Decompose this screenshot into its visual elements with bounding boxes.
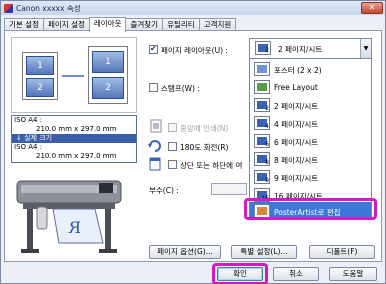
page-options-button[interactable]: 페이지 옵션(G)... [149, 245, 221, 259]
rotate-180-checkbox[interactable] [168, 142, 177, 151]
preview-arrow [62, 75, 84, 77]
top-bottom-margin-icon [149, 157, 161, 171]
dropdown-item-label: 9 페이지/시트 [274, 174, 319, 183]
icon-number: 8 [265, 159, 269, 166]
special-settings-button[interactable]: 특별 설정(L)... [231, 245, 297, 259]
chevron-down-icon[interactable]: ▼ [360, 39, 371, 58]
preview-page-1: 1 [26, 56, 54, 75]
out-page-number-1: 1 [105, 57, 111, 67]
layout-preview: 1 2 1 2 [11, 37, 137, 113]
scale-bar: ↓ 실제 크기 [12, 134, 136, 143]
eight-pages-icon: 8 [254, 152, 270, 166]
tab-strip: 기본 설정 페이지 설정 레이아웃 즐겨찾기 유틸리티 고객지원 [4, 17, 237, 32]
app-icon [4, 3, 13, 13]
dropdown-item-label: 2 페이지/시트 [274, 102, 319, 111]
printer-illustration: R [16, 180, 122, 253]
dropdown-item-label: 6 페이지/시트 [274, 138, 319, 147]
dropdown-item-free-layout[interactable]: Free Layout [250, 78, 371, 96]
paper-size-info: ISO A4 : 210.0 mm x 297.0 mm ↓ 실제 크기 ISO… [11, 115, 137, 163]
dropdown-item-label: 4 페이지/시트 [274, 120, 319, 129]
dropdown-item-label: Free Layout [274, 83, 318, 92]
source-size-label: ISO A4 : [14, 116, 43, 124]
dropdown-item-label: 포스터 (2 x 2) [274, 66, 322, 75]
icon-fill [257, 83, 267, 91]
page-layout-value: 2 페이지/시트 [278, 45, 323, 54]
page-layout-dropdown: 포스터 (2 x 2) Free Layout 2 2 페이지/시트 4 4 페… [249, 58, 372, 220]
source-size-value: 210.0 mm x 297.0 mm [36, 125, 117, 133]
preview-page-left: 1 2 [22, 52, 58, 100]
free-layout-icon [254, 80, 270, 94]
dropdown-item-4-pages[interactable]: 4 4 페이지/시트 [250, 114, 371, 132]
page-number-2: 2 [37, 82, 43, 93]
stamp-checkbox[interactable] [149, 83, 158, 92]
help-button[interactable]: 도움말 [329, 267, 377, 281]
page-number-1: 1 [37, 60, 43, 71]
dropdown-item-2-pages[interactable]: 2 2 페이지/시트 [250, 96, 371, 114]
close-button[interactable]: ✕ [361, 2, 383, 14]
tab-layout[interactable]: 레이아웃 [88, 17, 127, 32]
print-letter: R [68, 218, 81, 237]
dropdown-item-6-pages[interactable]: 6 6 페이지/시트 [250, 132, 371, 150]
preview-page-2: 2 [26, 78, 54, 97]
cancel-button[interactable]: 취소 [273, 267, 319, 281]
icon-number: 9 [265, 177, 269, 184]
two-pages-icon: 2 [255, 41, 271, 55]
dropdown-item-8-pages[interactable]: 8 8 페이지/시트 [250, 150, 371, 168]
preview-out-page-2: 2 [92, 77, 124, 99]
stamp-label: 스탬프(W) : [161, 84, 200, 93]
dropdown-item-poster[interactable]: 포스터 (2 x 2) [250, 60, 371, 78]
center-print-label: 중앙에 인쇄(N) [180, 124, 229, 133]
page-layout-checkbox[interactable] [149, 44, 158, 54]
center-print-icon [150, 119, 162, 133]
two-pages-icon: 2 [254, 98, 270, 112]
four-pages-icon: 4 [254, 116, 270, 130]
dropdown-item-label: 8 페이지/시트 [274, 156, 319, 165]
page-layout-label: 페이지 레이아웃(U) : [161, 46, 228, 55]
title-bar: Canon xxxxx 속성 ✕ [1, 1, 385, 15]
six-pages-icon: 6 [254, 134, 270, 148]
preview-page-right: 1 2 [88, 46, 128, 104]
icon-number: 2 [265, 105, 269, 112]
dropdown-item-9-pages[interactable]: 9 9 페이지/시트 [250, 168, 371, 186]
ok-button[interactable]: 확인 [217, 267, 263, 281]
poster-icon [254, 62, 270, 76]
posterartist-highlight [244, 198, 377, 220]
top-bottom-margin-label: 상단 또는 하단에 여 [180, 161, 243, 170]
rotate-180-label: 180도 회전(R) [180, 143, 229, 152]
page-layout-select[interactable]: 2 2 페이지/시트 ▼ [249, 38, 372, 59]
top-bottom-margin-checkbox[interactable] [168, 160, 177, 169]
rotate-icon [148, 140, 161, 152]
out-page-number-2: 2 [105, 83, 111, 93]
window-title: Canon xxxxx 속성 [16, 3, 81, 13]
properties-window: Canon xxxxx 속성 ✕ 기본 설정 페이지 설정 레이아웃 즐겨찾기 … [0, 0, 386, 284]
icon-fill [257, 65, 267, 73]
icon-number: 6 [265, 141, 269, 148]
center-print-checkbox[interactable] [168, 123, 177, 132]
icon-number: 2 [265, 47, 269, 54]
copies-label: 부수(C) : [149, 186, 179, 195]
copies-input[interactable] [211, 183, 247, 195]
output-size-value: 210.0 mm x 297.0 mm [36, 152, 117, 160]
nine-pages-icon: 9 [254, 170, 270, 184]
preview-out-page-1: 1 [92, 51, 124, 73]
defaults-button[interactable]: 디폴트(F) [309, 245, 375, 259]
output-size-label: ISO A4 : [14, 143, 43, 151]
icon-number: 4 [265, 123, 269, 130]
